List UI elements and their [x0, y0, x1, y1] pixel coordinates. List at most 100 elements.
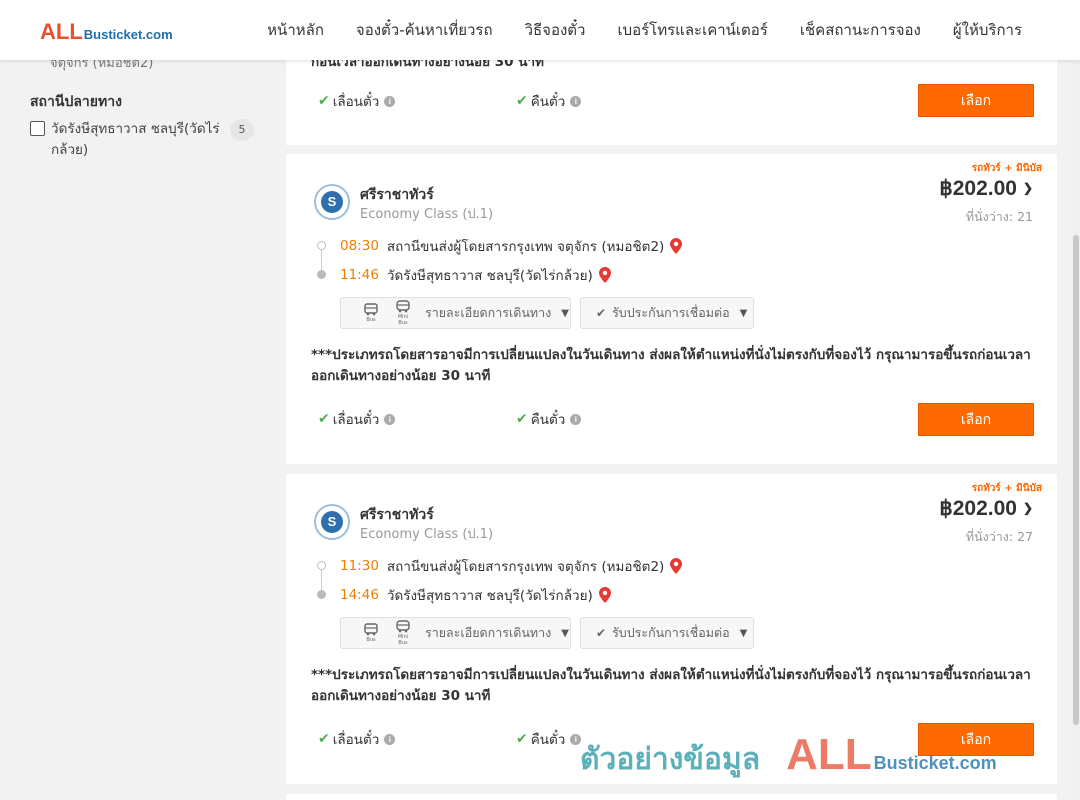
reschedule-label: เลื่อนตั๋ว	[332, 412, 380, 428]
arrival-station: วัดรังษีสุทธาวาส ชลบุรี(วัดไร่กล้วย)	[386, 588, 593, 604]
info-icon[interactable]: i	[570, 95, 582, 107]
map-pin-icon[interactable]	[598, 587, 611, 603]
refund-option: ✔ คืนตั๋ว i	[516, 90, 582, 112]
map-pin-icon[interactable]	[670, 238, 683, 254]
select-button[interactable]: เลือก	[918, 84, 1034, 117]
nav-booking-status[interactable]: เช็คสถานะการจอง	[800, 18, 921, 42]
nav-how-to-book[interactable]: วิธีจองตั๋ว	[525, 18, 586, 42]
info-icon[interactable]: i	[570, 413, 582, 425]
site-header: ALL Busticket.com หน้าหลัก จองตั๋ว-ค้นหา…	[0, 0, 1080, 60]
check-icon: ✔	[516, 93, 528, 109]
refund-option: ✔ คืนตั๋ว i	[516, 728, 582, 750]
arrival-dot	[317, 590, 326, 599]
minibus-caption: Mini Bus	[397, 634, 409, 646]
departure-time: 08:30	[340, 238, 379, 254]
nav-operators[interactable]: ผู้ให้บริการ	[953, 18, 1022, 42]
reschedule-option: ✔ เลื่อนตั๋ว i	[318, 408, 396, 430]
operator-logo: S	[314, 184, 350, 220]
departure-dot	[317, 561, 326, 570]
insurance-label: รับประกันการเชื่อมต่อ	[612, 305, 730, 320]
refund-label: คืนตั๋ว	[530, 412, 566, 428]
destination-checkbox[interactable]	[30, 121, 45, 136]
arrival-dot	[317, 270, 326, 279]
bus-icon: Bus	[361, 303, 381, 323]
chevron-down-icon[interactable]: ❯	[1023, 181, 1033, 195]
main-nav: หน้าหลัก จองตั๋ว-ค้นหาเที่ยวรถ วิธีจองตั…	[235, 0, 1022, 60]
bus-icon: Bus	[361, 623, 381, 643]
price-toggle[interactable]: ฿202.00 ❯	[939, 176, 1033, 201]
chevron-down-icon: ▼	[739, 627, 748, 639]
arrival-time: 14:46	[340, 587, 379, 603]
minibus-icon: Mini Bus	[393, 300, 413, 326]
seats-available: ที่นั่งว่าง: 21	[965, 209, 1033, 224]
bus-caption: Bus	[366, 637, 376, 643]
info-icon[interactable]: i	[384, 733, 396, 745]
insurance-label: รับประกันการเชื่อมต่อ	[612, 625, 730, 640]
trip-details-toggle[interactable]: Bus Mini Bus รายละเอียดการเดินทาง ▼	[340, 297, 571, 329]
map-pin-icon[interactable]	[670, 558, 683, 574]
watermark-logo-all: ALL	[786, 730, 872, 779]
filter-sidebar: จตุจักร (หมอชิต2) สถานีปลายทาง วัดรังษีส…	[0, 0, 286, 800]
watermark-logo-domain: Busticket.com	[873, 753, 997, 773]
chevron-down-icon[interactable]: ❯	[1023, 501, 1033, 515]
arrival-stop: 11:46 วัดรังษีสุทธาวาส ชลบุรี(วัดไร่กล้ว…	[340, 264, 611, 286]
reschedule-label: เลื่อนตั๋ว	[332, 732, 380, 748]
arrival-stop: 14:46 วัดรังษีสุทธาวาส ชลบุรี(วัดไร่กล้ว…	[340, 584, 611, 606]
vehicle-type-badge: รถทัวร์ + มินิบัส	[971, 483, 1042, 494]
trip-details-toggle[interactable]: Bus Mini Bus รายละเอียดการเดินทาง ▼	[340, 617, 571, 649]
logo-all: ALL	[40, 19, 83, 44]
page-scrollbar[interactable]	[1072, 60, 1080, 800]
price: ฿202.00	[939, 177, 1017, 200]
operator-logo-mark: S	[321, 191, 343, 213]
departure-station: สถานีขนส่งผู้โดยสารกรุงเทพ จตุจักร (หมอช…	[386, 239, 665, 255]
site-logo[interactable]: ALL Busticket.com	[40, 19, 173, 45]
destination-filter-item[interactable]: วัดรังษีสุทธาวาส ชลบุรี(วัดไร่กล้วย) 5	[30, 119, 260, 161]
bus-class: Economy Class (ป.1)	[360, 207, 494, 222]
arrival-time: 11:46	[340, 267, 379, 283]
trip-card: รถทัวร์ + มินิบัส S ศรีราชาทัวร์ Economy…	[286, 154, 1057, 464]
operator-logo-mark: S	[321, 511, 343, 533]
check-icon: ✔	[318, 411, 330, 427]
refund-label: คืนตั๋ว	[530, 94, 566, 110]
departure-stop: 11:30 สถานีขนส่งผู้โดยสารกรุงเทพ จตุจักร…	[340, 555, 683, 577]
chevron-down-icon: ▼	[739, 307, 748, 319]
watermark-text: ตัวอย่างข้อมูล	[580, 742, 761, 777]
departure-time: 11:30	[340, 558, 379, 574]
destination-filter-count: 5	[230, 119, 254, 141]
info-icon[interactable]: i	[384, 95, 396, 107]
price: ฿202.00	[939, 497, 1017, 520]
trip-card-partial	[286, 794, 1057, 800]
minibus-caption: Mini Bus	[397, 314, 409, 326]
trip-note: ***ประเภทรถโดยสารอาจมีการเปลี่ยนแปลงในวั…	[311, 667, 1031, 704]
nav-book-search[interactable]: จองตั๋ว-ค้นหาเที่ยวรถ	[356, 18, 493, 42]
scrollbar-thumb[interactable]	[1073, 235, 1079, 725]
departure-dot	[317, 241, 326, 250]
trip-details-label: รายละเอียดการเดินทาง	[425, 625, 552, 640]
chevron-down-icon: ▼	[561, 627, 569, 639]
map-pin-icon[interactable]	[598, 267, 611, 283]
nav-home[interactable]: หน้าหลัก	[267, 18, 324, 42]
info-icon[interactable]: i	[384, 413, 396, 425]
reschedule-option: ✔ เลื่อนตั๋ว i	[318, 90, 396, 112]
trip-note: ***ประเภทรถโดยสารอาจมีการเปลี่ยนแปลงในวั…	[311, 347, 1031, 384]
bus-caption: Bus	[366, 317, 376, 323]
refund-label: คืนตั๋ว	[530, 732, 566, 748]
chevron-down-icon: ▼	[561, 307, 569, 319]
seats-available: ที่นั่งว่าง: 27	[965, 529, 1033, 544]
bus-class: Economy Class (ป.1)	[360, 527, 494, 542]
check-icon: ✔	[318, 731, 330, 747]
reschedule-option: ✔ เลื่อนตั๋ว i	[318, 728, 396, 750]
nav-contact[interactable]: เบอร์โทรและเคาน์เตอร์	[617, 18, 767, 42]
destination-filter-title: สถานีปลายทาง	[30, 94, 122, 110]
operator-logo: S	[314, 504, 350, 540]
departure-station: สถานีขนส่งผู้โดยสารกรุงเทพ จตุจักร (หมอช…	[386, 559, 665, 575]
price-toggle[interactable]: ฿202.00 ❯	[939, 496, 1033, 521]
check-icon: ✔	[516, 411, 528, 427]
check-icon: ✔	[596, 306, 607, 320]
check-icon: ✔	[318, 93, 330, 109]
departure-stop: 08:30 สถานีขนส่งผู้โดยสารกรุงเทพ จตุจักร…	[340, 235, 683, 257]
insurance-toggle[interactable]: ✔ รับประกันการเชื่อมต่อ ▼	[580, 617, 754, 649]
arrival-station: วัดรังษีสุทธาวาส ชลบุรี(วัดไร่กล้วย)	[386, 268, 593, 284]
insurance-toggle[interactable]: ✔ รับประกันการเชื่อมต่อ ▼	[580, 297, 754, 329]
select-button[interactable]: เลือก	[918, 403, 1034, 436]
